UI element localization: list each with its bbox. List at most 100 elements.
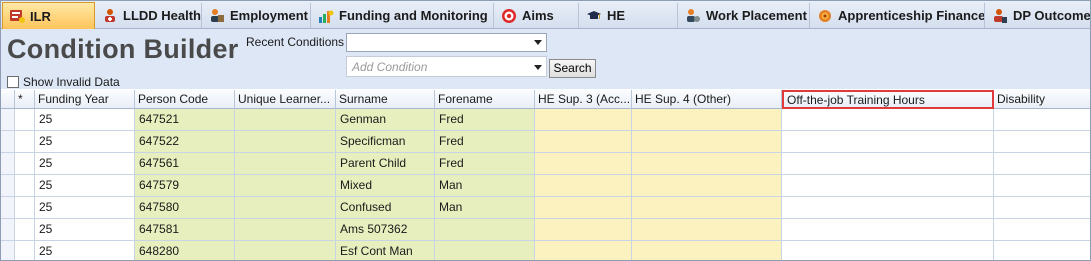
cell-forename[interactable] [435,219,535,241]
cell-funding-year[interactable]: 25 [35,219,135,241]
cell-off-the-job-training-hours[interactable] [782,219,994,241]
cell-disability[interactable] [994,241,1090,260]
row-selector-cell[interactable] [1,197,15,219]
cell-he-sup-4[interactable] [632,109,782,131]
cell-he-sup-4[interactable] [632,175,782,197]
cell-person-code[interactable]: 647522 [135,131,235,153]
cell-off-the-job-training-hours[interactable] [782,175,994,197]
row-selector-cell[interactable] [1,219,15,241]
cell-unique-learner-number[interactable] [235,131,336,153]
cell-disability[interactable] [994,131,1090,153]
row-selector-cell[interactable] [1,241,15,260]
cell-surname[interactable]: Esf Cont Man [336,241,435,260]
column-header-off-the-job-training-hours[interactable]: Off-the-job Training Hours [782,90,994,109]
row-indicator-cell [15,131,35,153]
cell-he-sup-3[interactable] [535,241,632,260]
row-selector-cell[interactable] [1,175,15,197]
cell-off-the-job-training-hours[interactable] [782,153,994,175]
row-selector-cell[interactable] [1,131,15,153]
cell-he-sup-3[interactable] [535,109,632,131]
cell-funding-year[interactable]: 25 [35,175,135,197]
cell-person-code[interactable]: 647561 [135,153,235,175]
tab-employment[interactable]: Employment [203,3,311,28]
row-indicator-cell [15,109,35,131]
column-header-unique-learner-number[interactable]: Unique Learner... [235,90,336,109]
cell-funding-year[interactable]: 25 [35,197,135,219]
cell-disability[interactable] [994,219,1090,241]
cell-person-code[interactable]: 647579 [135,175,235,197]
row-selector-cell[interactable] [1,109,15,131]
cell-forename[interactable]: Man [435,175,535,197]
cell-disability[interactable] [994,175,1090,197]
show-invalid-data-checkbox[interactable] [7,76,19,88]
module-tab-bar: ILR LLDD Health Employment Funding and M… [1,1,1090,29]
column-header-star[interactable]: * [15,90,35,109]
cell-unique-learner-number[interactable] [235,241,336,260]
cell-surname[interactable]: Confused [336,197,435,219]
cell-he-sup-3[interactable] [535,197,632,219]
column-header-surname[interactable]: Surname [336,90,435,109]
cell-he-sup-3[interactable] [535,131,632,153]
cell-funding-year[interactable]: 25 [35,109,135,131]
cell-funding-year[interactable]: 25 [35,131,135,153]
cell-forename[interactable]: Man [435,197,535,219]
search-button[interactable]: Search [549,59,596,78]
cell-he-sup-4[interactable] [632,131,782,153]
cell-he-sup-3[interactable] [535,153,632,175]
cell-person-code[interactable]: 647580 [135,197,235,219]
tab-funding-and-monitoring[interactable]: Funding and Monitoring [312,3,494,28]
cell-forename[interactable]: Fred [435,109,535,131]
tab-he[interactable]: HE [580,3,678,28]
cell-unique-learner-number[interactable] [235,175,336,197]
tab-aims[interactable]: Aims [495,3,579,28]
cell-disability[interactable] [994,197,1090,219]
column-header-he-sup-4[interactable]: HE Sup. 4 (Other) [632,90,782,109]
health-icon [102,8,118,24]
cell-surname[interactable]: Genman [336,109,435,131]
cell-surname[interactable]: Mixed [336,175,435,197]
cell-he-sup-3[interactable] [535,175,632,197]
recent-conditions-dropdown[interactable] [346,33,547,52]
cell-funding-year[interactable]: 25 [35,153,135,175]
cell-he-sup-4[interactable] [632,153,782,175]
cell-off-the-job-training-hours[interactable] [782,109,994,131]
tab-label: Work Placement [706,8,807,23]
cell-off-the-job-training-hours[interactable] [782,241,994,260]
cell-unique-learner-number[interactable] [235,219,336,241]
cell-off-the-job-training-hours[interactable] [782,197,994,219]
cell-unique-learner-number[interactable] [235,153,336,175]
cell-forename[interactable]: Fred [435,131,535,153]
row-selector-cell[interactable] [1,153,15,175]
tab-dp-outcome[interactable]: DP Outcome [986,3,1090,28]
cell-forename[interactable] [435,241,535,260]
cell-surname[interactable]: Parent Child [336,153,435,175]
cell-funding-year[interactable]: 25 [35,241,135,260]
cell-off-the-job-training-hours[interactable] [782,131,994,153]
finance-icon [817,8,833,24]
column-header-disability[interactable]: Disability [994,90,1090,109]
column-header-forename[interactable]: Forename [435,90,535,109]
cell-person-code[interactable]: 648280 [135,241,235,260]
cell-person-code[interactable]: 647521 [135,109,235,131]
column-header-funding-year[interactable]: Funding Year [35,90,135,109]
cell-surname[interactable]: Specificman [336,131,435,153]
add-condition-dropdown[interactable]: Add Condition [346,56,547,77]
cell-unique-learner-number[interactable] [235,109,336,131]
cell-he-sup-4[interactable] [632,219,782,241]
cell-person-code[interactable]: 647581 [135,219,235,241]
tab-lldd-health[interactable]: LLDD Health [96,3,202,28]
tab-work-placement[interactable]: Work Placement [679,3,810,28]
cell-surname[interactable]: Ams 507362 [336,219,435,241]
cell-he-sup-4[interactable] [632,197,782,219]
show-invalid-data-toggle[interactable]: Show Invalid Data [7,75,120,89]
column-header-he-sup-3[interactable]: HE Sup. 3 (Acc... [535,90,632,109]
cell-he-sup-3[interactable] [535,219,632,241]
tab-ilr[interactable]: ILR [2,2,95,29]
cell-disability[interactable] [994,109,1090,131]
cell-disability[interactable] [994,153,1090,175]
tab-apprenticeship-finance[interactable]: Apprenticeship Finance [811,3,985,28]
column-header-person-code[interactable]: Person Code [135,90,235,109]
cell-he-sup-4[interactable] [632,241,782,260]
cell-unique-learner-number[interactable] [235,197,336,219]
cell-forename[interactable]: Fred [435,153,535,175]
